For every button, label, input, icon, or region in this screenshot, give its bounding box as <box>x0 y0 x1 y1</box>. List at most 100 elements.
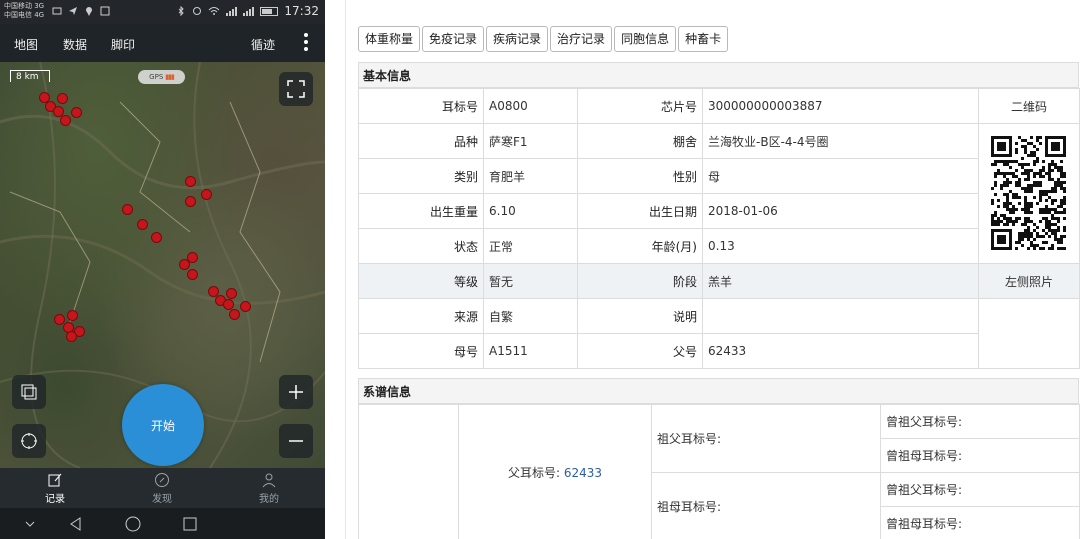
fullscreen-icon <box>287 80 305 98</box>
qr-label: 二维码 <box>978 88 1080 124</box>
nav-discover[interactable]: 发现 <box>132 472 192 505</box>
back-icon[interactable] <box>68 516 84 532</box>
tab-immunity[interactable]: 免疫记录 <box>422 26 485 52</box>
tab-treatment[interactable]: 治疗记录 <box>550 26 613 52</box>
nav-record[interactable]: 记录 <box>25 472 85 505</box>
map-pin[interactable] <box>226 288 237 299</box>
map-pin[interactable] <box>57 93 68 104</box>
table-row: 父耳标号: 62433 祖父耳标号: 曾祖父耳标号: <box>358 404 1080 539</box>
qr-code-cell <box>978 123 1080 264</box>
location-icon <box>86 7 92 16</box>
tab-breeding-card[interactable]: 种畜卡 <box>678 26 729 52</box>
map-pin[interactable] <box>71 107 82 118</box>
map-pin[interactable] <box>179 259 190 270</box>
field-label: 耳标号 <box>358 88 484 124</box>
home-icon[interactable] <box>125 516 141 532</box>
field-value: 萨寒F1 <box>483 123 578 159</box>
signal-icon <box>226 6 238 16</box>
nav-mine[interactable]: 我的 <box>239 472 299 505</box>
zoom-in-button[interactable] <box>279 375 313 409</box>
field-value: 兰海牧业-B区-4-4号圈 <box>702 123 979 159</box>
map-pin[interactable] <box>151 232 162 243</box>
more-menu-icon[interactable] <box>303 33 309 51</box>
field-label: 等级 <box>358 263 484 299</box>
map-pin[interactable] <box>67 310 78 321</box>
message-icon <box>52 7 62 15</box>
map-pin[interactable] <box>240 301 251 312</box>
table-row: 品种 萨寒F1 棚舍 兰海牧业-B区-4-4号圈 <box>358 123 1080 264</box>
basic-info-table: 耳标号 A0800 芯片号 300000000003887 二维码 品种 萨寒F… <box>358 88 1080 369</box>
zoom-out-button[interactable] <box>279 424 313 458</box>
field-label: 状态 <box>358 228 484 264</box>
tab-weight[interactable]: 体重称量 <box>358 26 421 52</box>
map-pin[interactable] <box>60 115 71 126</box>
field-value: 0.13 <box>702 228 979 264</box>
chevron-down-icon[interactable] <box>22 516 38 532</box>
tab-data[interactable]: 数据 <box>63 36 87 53</box>
great-grandmother-label: 曾祖母耳标号: <box>880 438 1080 473</box>
field-value: 62433 <box>702 333 979 369</box>
great-grandfather-label: 曾祖父耳标号: <box>880 472 1080 507</box>
table-row: 出生重量 6.10 出生日期 2018-01-06 <box>358 193 1080 229</box>
start-button[interactable]: 开始 <box>122 384 204 466</box>
tab-disease[interactable]: 疾病记录 <box>486 26 549 52</box>
recents-icon[interactable] <box>182 516 198 532</box>
status-right: 17:32 <box>176 4 319 18</box>
wifi-icon <box>209 7 220 15</box>
phone-screen: 中国移动 3G 中国电信 4G 17:32 地图 数据 脚印 循迹 8 km G… <box>0 0 325 539</box>
map-pin[interactable] <box>66 331 77 342</box>
map-pin[interactable] <box>137 219 148 230</box>
grandfather-label: 祖父耳标号: <box>651 404 881 473</box>
map-pin[interactable] <box>201 189 212 200</box>
map-scale-label: 8 km <box>16 72 39 82</box>
field-label: 芯片号 <box>577 88 703 124</box>
field-value: 正常 <box>483 228 578 264</box>
field-value: 育肥羊 <box>483 158 578 194</box>
status-bar: 中国移动 3G 中国电信 4G 17:32 <box>0 0 325 24</box>
track-button[interactable]: 循迹 <box>251 36 275 53</box>
map-pin[interactable] <box>185 196 196 207</box>
carrier-2: 中国电信 4G <box>4 11 45 19</box>
alarm-icon <box>193 7 202 15</box>
field-value: A0800 <box>483 88 578 124</box>
layers-button[interactable] <box>12 375 46 409</box>
locate-button[interactable] <box>12 424 46 458</box>
sheep-record-panel: 体重称量 免疫记录 疾病记录 治疗记录 同胞信息 种畜卡 基本信息 耳标号 A0… <box>345 0 1080 539</box>
send-icon <box>69 7 77 15</box>
tab-footprint[interactable]: 脚印 <box>111 36 135 53</box>
field-value: 300000000003887 <box>702 88 979 124</box>
map-pin[interactable] <box>185 176 196 187</box>
gps-indicator: GPS ▮▮▮ <box>138 70 185 84</box>
gps-label: GPS <box>149 73 164 81</box>
great-grandmother-label: 曾祖母耳标号: <box>880 506 1080 539</box>
map-pin[interactable] <box>122 204 133 215</box>
table-row: 状态 正常 年龄(月) 0.13 <box>358 228 1080 264</box>
great-grandfather-label: 曾祖父耳标号: <box>880 404 1080 439</box>
battery-icon <box>260 6 279 16</box>
field-value: 暂无 <box>483 263 578 299</box>
left-photo-label: 左侧照片 <box>978 263 1080 299</box>
user-icon <box>262 473 276 488</box>
record-tabs: 体重称量 免疫记录 疾病记录 治疗记录 同胞信息 种畜卡 <box>358 26 729 52</box>
field-label: 年龄(月) <box>577 228 703 264</box>
father-ear-tag-link[interactable]: 62433 <box>564 466 602 480</box>
pedigree-table: 父耳标号: 62433 祖父耳标号: 曾祖父耳标号: 曾祖母耳标号: 祖母耳标号… <box>358 404 1080 539</box>
basic-info-title: 基本信息 <box>358 62 1079 88</box>
field-label: 性别 <box>577 158 703 194</box>
tab-map[interactable]: 地图 <box>14 36 38 53</box>
tab-siblings[interactable]: 同胞信息 <box>614 26 677 52</box>
system-nav-bar <box>0 508 325 539</box>
layers-icon <box>21 384 37 400</box>
fullscreen-button[interactable] <box>279 72 313 106</box>
satellite-map[interactable]: 8 km GPS ▮▮▮ 开始 <box>0 62 325 468</box>
field-label: 出生重量 <box>358 193 484 229</box>
map-pin[interactable] <box>187 269 198 280</box>
qr-code-icon <box>991 135 1066 250</box>
field-value: A1511 <box>483 333 578 369</box>
table-row: 等级 暂无 阶段 羔羊 左侧照片 <box>358 263 1080 299</box>
compass-icon <box>155 473 169 487</box>
bottom-nav: 记录 发现 我的 <box>0 468 325 508</box>
field-value: 母 <box>702 158 979 194</box>
map-pin[interactable] <box>229 309 240 320</box>
field-label: 母号 <box>358 333 484 369</box>
